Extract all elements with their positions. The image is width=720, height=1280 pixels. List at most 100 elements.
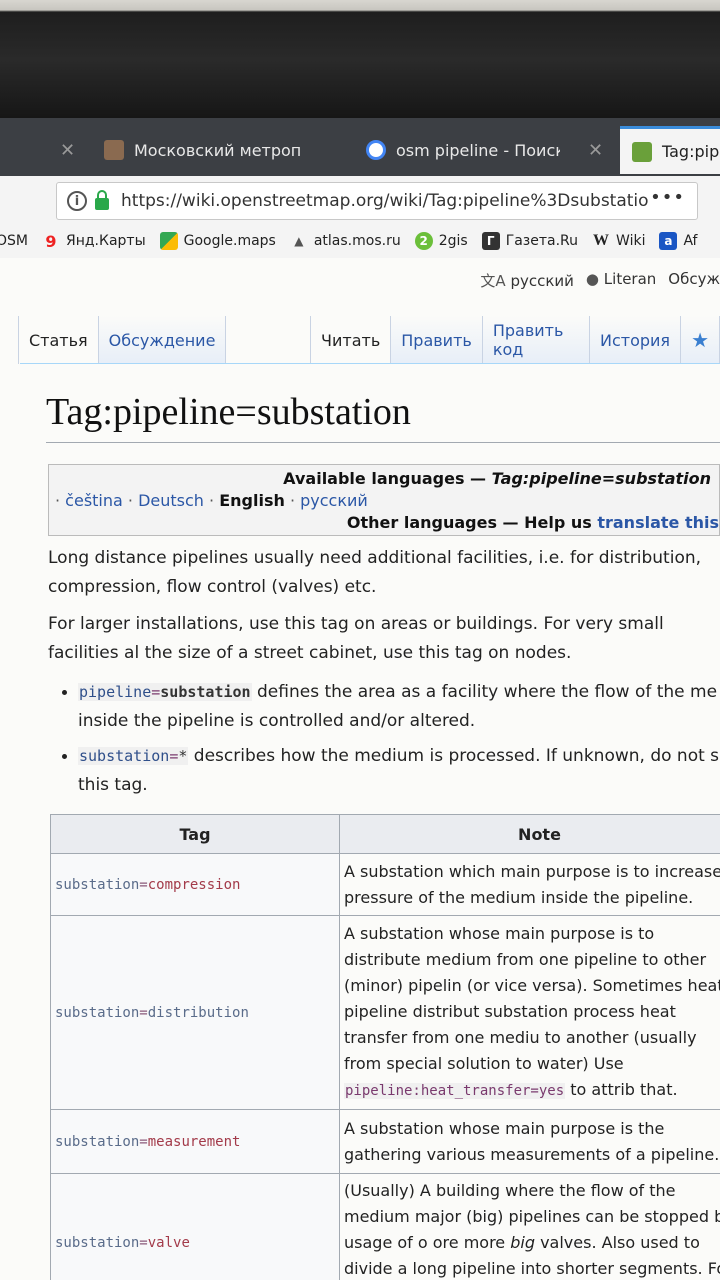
tag-cell[interactable]: substation=distribution: [50, 915, 340, 1110]
tag-value: *: [178, 747, 188, 765]
tag-key: substation: [55, 1133, 140, 1150]
star-icon: ★: [691, 328, 709, 352]
bookmark-atlas[interactable]: ▲ atlas.mos.ru: [290, 232, 401, 250]
user-label: Literan: [603, 270, 657, 288]
language-box: Available languages — Tag:pipeline=subst…: [48, 464, 720, 536]
lang-de[interactable]: Deutsch: [138, 491, 204, 510]
bullet-substation: substation=* describes how the medium is…: [60, 742, 720, 800]
tag-key: pipeline: [79, 683, 152, 701]
intro-paragraph: Long distance pipelines usually need add…: [48, 548, 702, 597]
tag-key: substation: [55, 1004, 140, 1021]
tab-label: osm pipeline - Поиск в: [396, 140, 560, 160]
tab-label: Московский метропол: [134, 140, 300, 160]
header-tag: Tag: [50, 814, 340, 854]
tab-history[interactable]: История: [590, 316, 682, 364]
bookmark-gazeta[interactable]: Г Газета.Ru: [481, 232, 579, 250]
bookmark-label: Газета.Ru: [505, 233, 579, 249]
bookmark-label: Google.maps: [183, 233, 276, 249]
tag-code[interactable]: pipeline=substation: [78, 683, 252, 701]
user-link[interactable]: ● Literan: [586, 270, 656, 291]
available-label: Available languages —: [283, 469, 492, 488]
bookmark-2gis[interactable]: 2 2gis: [414, 232, 468, 250]
tag-value: distribution: [147, 1004, 249, 1021]
bookmark-yandex[interactable]: 9 Янд.Карты: [42, 231, 145, 251]
table-row: substation=distribution A substation who…: [50, 915, 720, 1110]
atlas-icon: ▲: [294, 234, 304, 248]
bookmark-wiki[interactable]: W Wiki: [592, 232, 645, 250]
available-languages: Available languages — Tag:pipeline=subst…: [283, 469, 711, 488]
close-icon[interactable]: ✕: [60, 132, 75, 168]
tab-read[interactable]: Читать: [310, 316, 392, 364]
lang-cs[interactable]: čeština: [65, 491, 123, 510]
tag-cell[interactable]: substation=measurement: [50, 1109, 340, 1174]
translate-link[interactable]: translate this: [597, 513, 719, 532]
talk-link[interactable]: Обсуж: [668, 270, 720, 291]
header-note: Note: [339, 814, 720, 854]
page-title: Tag:pipeline=substation: [46, 391, 411, 433]
namespace-tabs: Статья Обсуждение: [18, 316, 327, 364]
tab-edit-source[interactable]: Править код: [482, 316, 590, 364]
lock-icon: [95, 190, 109, 210]
table-row: substation=valve (Usually) A building wh…: [50, 1173, 720, 1280]
view-tabs: Читать Править Править код История ★: [310, 316, 720, 364]
note-italic: big: [510, 1233, 535, 1252]
osm-favicon-icon: [632, 141, 652, 162]
bullet-pipeline: pipeline=substation defines the area as …: [60, 678, 720, 736]
other-label: Other languages — Help us: [346, 513, 598, 532]
lang-en: English: [219, 491, 285, 510]
tab-label: Tag:pipe: [662, 142, 720, 161]
tag-key: substation: [79, 747, 170, 765]
other-languages: Other languages — Help us translate this: [347, 513, 719, 532]
personal-tools: 文A русский ● Literan Обсуж: [480, 270, 720, 291]
tag-code[interactable]: substation=*: [78, 747, 189, 765]
tab-wiki-active[interactable]: Tag:pipe: [620, 126, 720, 174]
values-table: Tag Note substation=compression A substa…: [50, 814, 720, 1280]
note-cell: (Usually) A building where the flow of t…: [339, 1173, 720, 1280]
bookmark-label: Af: [683, 233, 698, 249]
bookmark-label: atlas.mos.ru: [313, 233, 401, 249]
table-row: substation=compression A substation whic…: [50, 853, 720, 916]
title-underline: [46, 442, 720, 443]
tag-code[interactable]: pipeline:heat_transfer=yes: [344, 1083, 566, 1099]
note-use: Use: [593, 1054, 624, 1073]
lang-ru[interactable]: русский: [300, 491, 368, 510]
monitor-bezel: [0, 0, 720, 118]
tab-article[interactable]: Статья: [18, 316, 99, 364]
table-row: substation=measurement A substation whos…: [50, 1109, 720, 1174]
tag-cell[interactable]: substation=compression: [50, 853, 340, 916]
address-field[interactable]: i https://wiki.openstreetmap.org/wiki/Ta…: [56, 182, 698, 220]
translate-icon: 文A: [480, 272, 506, 290]
tag-value: measurement: [147, 1133, 241, 1150]
language-link[interactable]: 文A русский: [480, 270, 574, 291]
google-maps-icon: [159, 232, 178, 250]
tab-edit[interactable]: Править: [391, 316, 483, 364]
language-label: русский: [510, 272, 574, 290]
tag-key: substation: [55, 1235, 140, 1251]
tag-value: substation: [160, 683, 251, 701]
more-icon[interactable]: •••: [650, 187, 685, 208]
close-icon[interactable]: ✕: [588, 132, 603, 168]
gazeta-icon: Г: [481, 232, 500, 250]
url-bar: i https://wiki.openstreetmap.org/wiki/Ta…: [0, 176, 720, 225]
tab-discussion[interactable]: Обсуждение: [98, 316, 227, 364]
wiki-page: 文A русский ● Literan Обсуж Статья Обсужд…: [0, 258, 720, 1280]
note-cell: A substation whose main purpose is to di…: [339, 915, 720, 1110]
note-cell: A substation whose main purpose is the g…: [339, 1109, 720, 1174]
language-list: · čeština · Deutsch · English · русский: [55, 491, 368, 510]
bookmark-google-maps[interactable]: Google.maps: [159, 232, 276, 250]
tab-metro[interactable]: Московский метропол: [104, 126, 300, 174]
bookmark-osm[interactable]: OSM: [0, 233, 28, 249]
yandex-icon: 9: [45, 231, 57, 251]
tab-search[interactable]: osm pipeline - Поиск в: [366, 126, 560, 174]
url-text[interactable]: https://wiki.openstreetmap.org/wiki/Tag:…: [121, 191, 649, 211]
bookmarks-bar: OSM 9 Янд.Карты Google.maps ▲ atlas.mos.ru…: [0, 224, 720, 259]
info-icon[interactable]: i: [67, 191, 87, 211]
bookmark-af[interactable]: a Af: [659, 232, 697, 250]
content-border: [20, 363, 720, 364]
tag-cell[interactable]: substation=valve: [50, 1173, 340, 1280]
bullet-list: pipeline=substation defines the area as …: [60, 678, 720, 806]
watch-star-icon[interactable]: ★: [681, 316, 720, 364]
tag-value: valve: [147, 1235, 190, 1251]
user-icon: ●: [585, 270, 600, 288]
af-icon: a: [659, 232, 678, 250]
